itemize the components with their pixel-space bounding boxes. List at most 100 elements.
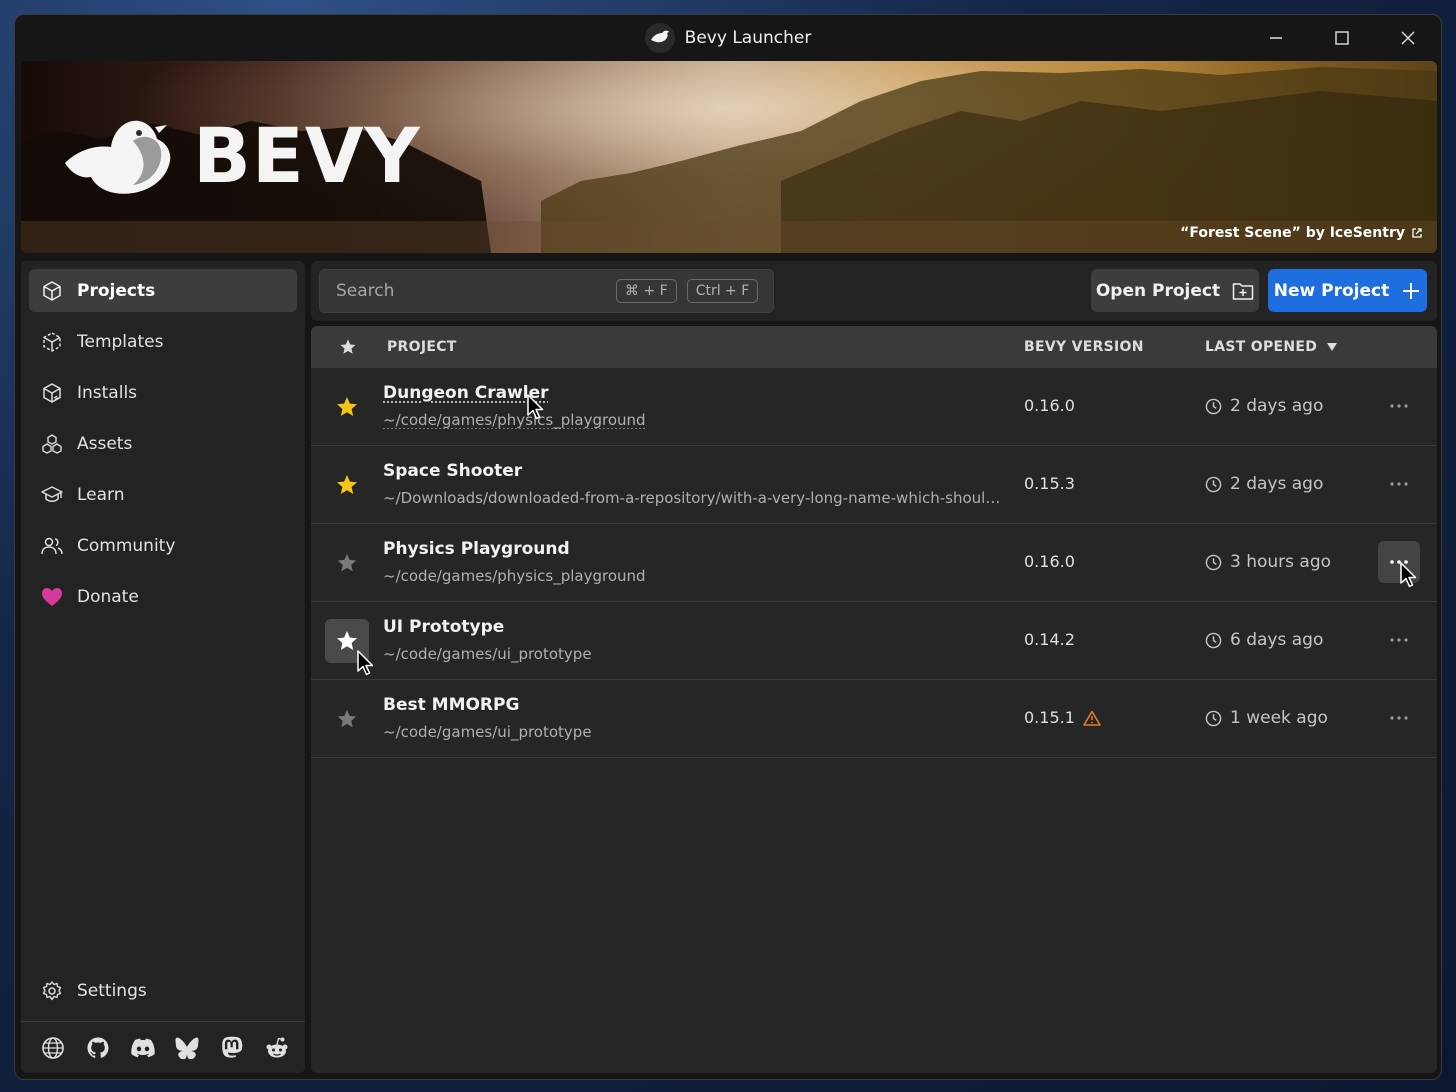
more-options-button[interactable] <box>1378 697 1420 739</box>
column-header-project[interactable]: PROJECT <box>387 326 457 368</box>
sidebar: Projects Templates Installs Assets Learn… <box>21 261 305 1073</box>
more-options-button[interactable] <box>1378 541 1420 583</box>
clock-icon <box>1205 632 1222 648</box>
sidebar-item-learn[interactable]: Learn <box>29 473 297 516</box>
shortcut-mac-badge: ⌘ + F <box>616 279 677 303</box>
template-icon <box>41 331 63 353</box>
table-row[interactable]: Physics Playground ~/code/games/physics_… <box>311 524 1437 602</box>
star-filled-icon <box>337 475 357 494</box>
project-version: 0.16.0 <box>1024 552 1075 571</box>
settings-label: Settings <box>77 980 147 1001</box>
sidebar-item-installs[interactable]: Installs <box>29 371 297 414</box>
open-project-button[interactable]: Open Project <box>1091 269 1259 312</box>
sidebar-item-label: Installs <box>77 382 138 403</box>
table-row[interactable]: Best MMORPG ~/code/games/ui_prototype 0.… <box>311 680 1437 758</box>
github-icon[interactable] <box>84 1034 112 1062</box>
column-header-version[interactable]: BEVY VERSION <box>1024 326 1144 368</box>
shortcut-win-badge: Ctrl + F <box>686 279 759 303</box>
more-options-button[interactable] <box>1378 619 1420 661</box>
table-header: PROJECT BEVY VERSION LAST OPENED <box>311 326 1437 368</box>
reddit-icon[interactable] <box>263 1034 291 1062</box>
project-name[interactable]: Space Shooter <box>383 461 522 481</box>
table-row[interactable]: UI Prototype ~/code/games/ui_prototype 0… <box>311 602 1437 680</box>
more-options-button[interactable] <box>1378 385 1420 427</box>
star-icon <box>340 339 356 354</box>
cube-icon <box>41 280 63 302</box>
title-bar: Bevy Launcher <box>15 15 1441 61</box>
search-box[interactable]: ⌘ + F Ctrl + F <box>319 269 774 313</box>
graduation-cap-icon <box>41 484 63 506</box>
project-path[interactable]: ~/code/games/physics_playground <box>383 411 646 429</box>
clock-icon <box>1205 398 1222 414</box>
sidebar-item-label: Community <box>77 535 176 556</box>
maximize-button[interactable] <box>1309 15 1375 61</box>
sidebar-item-settings[interactable]: Settings <box>29 969 297 1012</box>
sidebar-item-assets[interactable]: Assets <box>29 422 297 465</box>
image-credit-link[interactable]: “Forest Scene” by IceSentry <box>1180 225 1423 241</box>
project-version: 0.15.1 <box>1024 708 1101 727</box>
last-opened: 6 days ago <box>1205 630 1323 650</box>
sidebar-item-label: Templates <box>77 331 164 352</box>
folder-plus-icon <box>1232 282 1254 300</box>
bluesky-icon[interactable] <box>173 1034 201 1062</box>
project-path[interactable]: ~/Downloads/downloaded-from-a-repository… <box>383 489 1005 507</box>
sidebar-item-label: Assets <box>77 433 133 454</box>
bevy-logo-icon <box>65 120 171 194</box>
last-opened: 2 days ago <box>1205 396 1323 416</box>
table-row[interactable]: Space Shooter ~/Downloads/downloaded-fro… <box>311 446 1437 524</box>
window-title: Bevy Launcher <box>684 28 812 48</box>
clock-icon <box>1205 554 1222 570</box>
sidebar-item-donate[interactable]: Donate <box>29 575 297 618</box>
star-outline-icon <box>337 709 357 728</box>
ellipsis-icon <box>1390 716 1408 720</box>
sidebar-item-label: Donate <box>77 586 139 607</box>
plus-icon <box>1403 282 1420 299</box>
globe-icon[interactable] <box>39 1034 67 1062</box>
sidebar-item-community[interactable]: Community <box>29 524 297 567</box>
project-name[interactable]: UI Prototype <box>383 617 504 637</box>
star-filled-icon <box>337 397 357 416</box>
new-project-label: New Project <box>1273 280 1390 301</box>
column-header-last-opened[interactable]: LAST OPENED <box>1205 326 1338 368</box>
project-name[interactable]: Dungeon Crawler <box>383 383 549 403</box>
new-project-button[interactable]: New Project <box>1268 269 1427 312</box>
discord-icon[interactable] <box>129 1034 157 1062</box>
warning-icon[interactable] <box>1083 710 1101 726</box>
more-options-button[interactable] <box>1378 463 1420 505</box>
hero-banner: BEVY “Forest Scene” by IceSentry <box>21 61 1437 253</box>
mastodon-icon[interactable] <box>218 1034 246 1062</box>
close-button[interactable] <box>1375 15 1441 61</box>
project-name[interactable]: Best MMORPG <box>383 695 519 715</box>
favorite-toggle[interactable] <box>325 385 369 429</box>
favorite-toggle[interactable] <box>325 619 369 663</box>
favorite-toggle[interactable] <box>325 463 369 507</box>
open-project-label: Open Project <box>1095 280 1221 301</box>
project-version: 0.14.2 <box>1024 630 1075 649</box>
project-name[interactable]: Physics Playground <box>383 539 570 559</box>
assets-icon <box>41 433 63 455</box>
minimize-icon <box>1270 37 1282 39</box>
minimize-button[interactable] <box>1243 15 1309 61</box>
projects-table: PROJECT BEVY VERSION LAST OPENED Dungeon… <box>311 326 1437 1073</box>
favorite-toggle[interactable] <box>325 697 369 741</box>
sidebar-item-templates[interactable]: Templates <box>29 320 297 363</box>
sort-descending-icon <box>1327 343 1338 351</box>
gear-icon <box>41 980 63 1002</box>
launcher-window: Bevy Launcher BEVY “Forest Scene” by Ice… <box>14 14 1442 1080</box>
ellipsis-icon <box>1390 638 1408 642</box>
star-outline-icon <box>337 553 357 572</box>
project-path[interactable]: ~/code/games/ui_prototype <box>383 723 592 741</box>
search-input[interactable] <box>336 281 606 301</box>
bevy-wordmark: BEVY <box>193 111 421 200</box>
external-link-icon <box>1412 228 1422 238</box>
favorite-toggle[interactable] <box>325 541 369 585</box>
last-opened: 2 days ago <box>1205 474 1323 494</box>
project-path[interactable]: ~/code/games/physics_playground <box>383 567 646 585</box>
sidebar-item-projects[interactable]: Projects <box>29 269 297 312</box>
table-row[interactable]: Dungeon Crawler ~/code/games/physics_pla… <box>311 368 1437 446</box>
star-column-header[interactable] <box>339 326 357 368</box>
maximize-icon <box>1335 31 1349 45</box>
toolbar: ⌘ + F Ctrl + F Open Project New Project <box>311 261 1437 321</box>
project-path[interactable]: ~/code/games/ui_prototype <box>383 645 592 663</box>
project-version: 0.15.3 <box>1024 474 1075 493</box>
